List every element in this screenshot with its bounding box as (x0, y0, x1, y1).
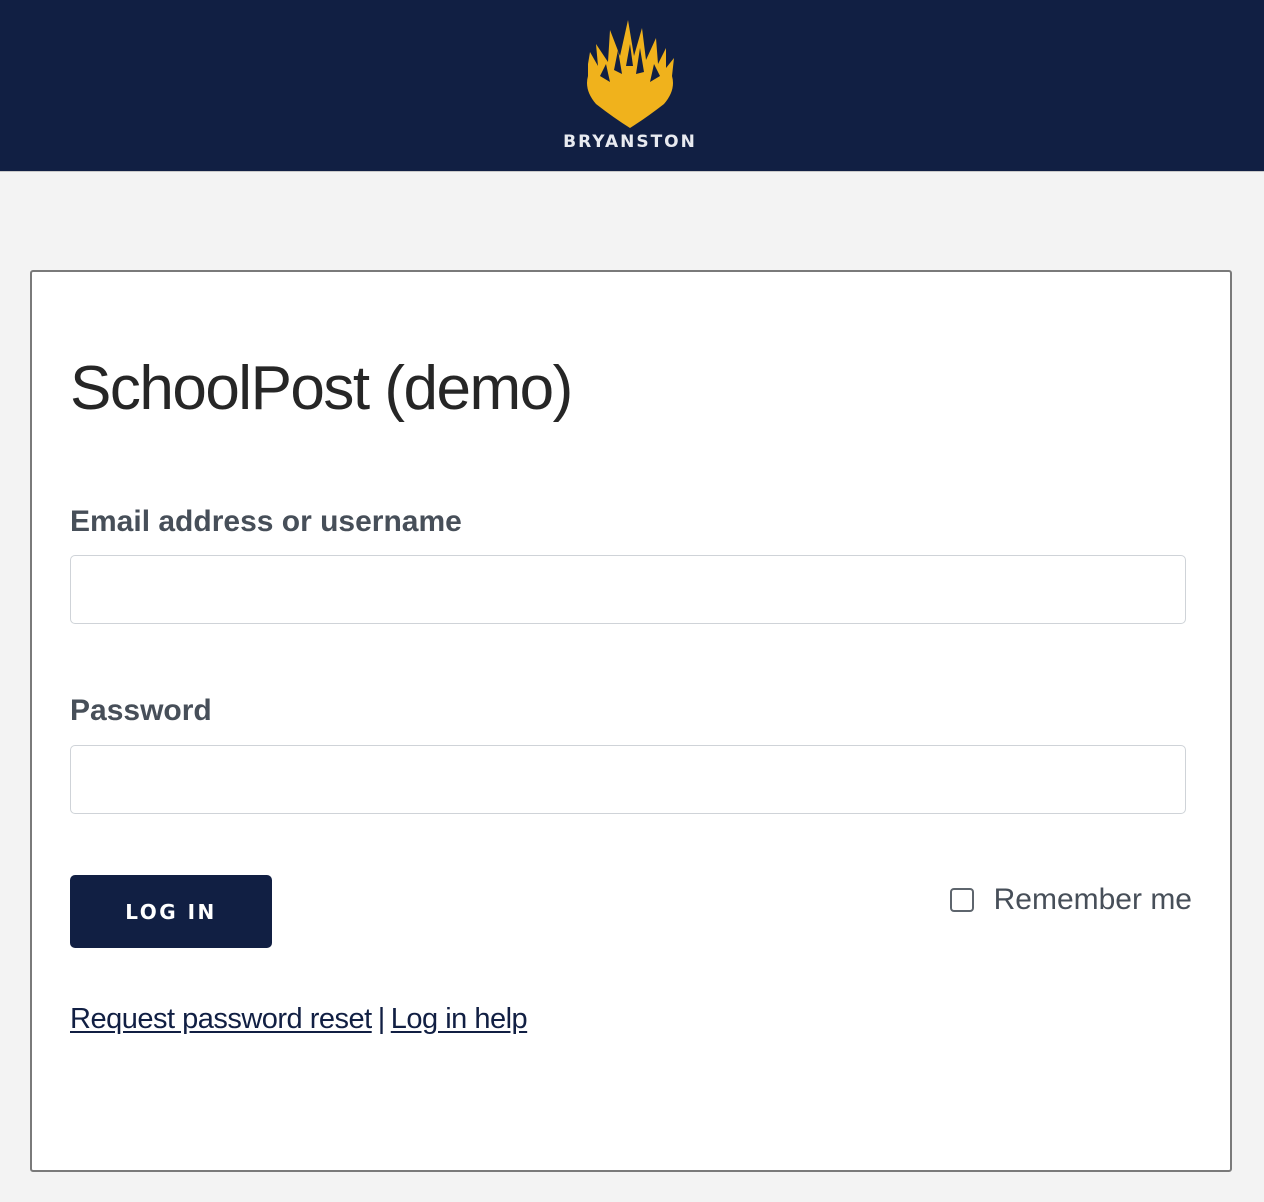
top-header-bar: BRYANSTON (0, 0, 1264, 172)
remember-me-checkbox[interactable] (949, 888, 974, 912)
remember-me-toggle[interactable]: Remember me (949, 882, 1192, 918)
help-links: Request password reset | Log in help (70, 1003, 528, 1036)
page-title: SchoolPost (demo) (70, 354, 573, 423)
request-password-reset-link[interactable]: Request password reset (70, 1003, 372, 1035)
password-label: Password (70, 694, 212, 727)
bryanston-logo[interactable]: BRYANSTON (540, 14, 720, 159)
email-field[interactable] (70, 555, 1186, 624)
flame-shield-icon (587, 20, 674, 128)
link-separator: | (377, 1003, 386, 1035)
login-card: SchoolPost (demo) Email address or usern… (30, 270, 1232, 1172)
brand-name: BRYANSTON (563, 132, 697, 152)
password-field[interactable] (70, 745, 1186, 814)
login-help-link[interactable]: Log in help (391, 1003, 528, 1035)
remember-me-label[interactable]: Remember me (994, 883, 1192, 917)
login-button[interactable]: LOG IN (70, 875, 272, 948)
email-label: Email address or username (70, 505, 462, 538)
